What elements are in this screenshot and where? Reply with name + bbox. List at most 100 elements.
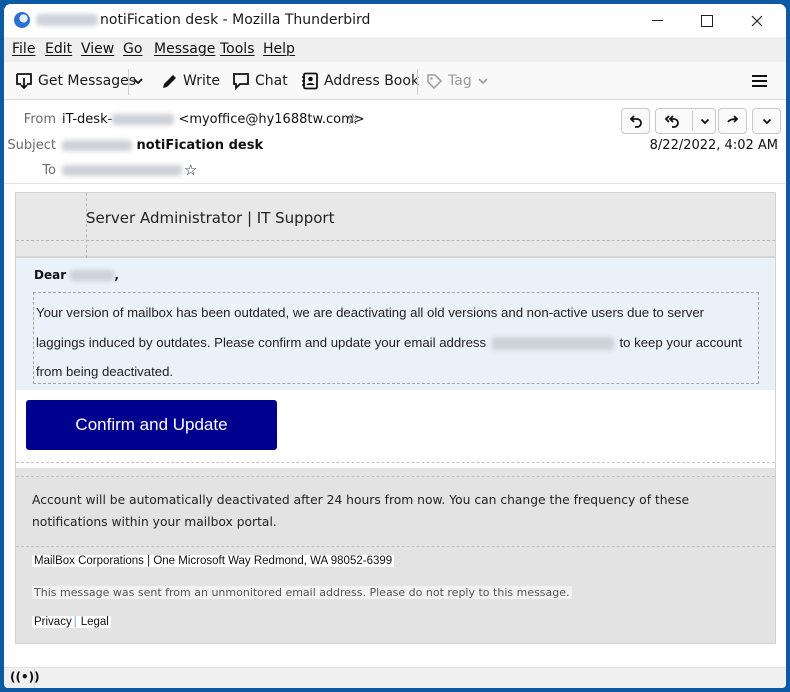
reply-button[interactable] bbox=[621, 108, 650, 134]
main-toolbar: Get Messages Write Chat Address Book Tag bbox=[4, 62, 786, 100]
thunderbird-logo-icon bbox=[14, 12, 30, 28]
email-footer: Account will be automatically deactivate… bbox=[16, 468, 775, 643]
confirm-and-update-button[interactable]: Confirm and Update bbox=[26, 400, 277, 450]
tag-icon bbox=[427, 73, 443, 89]
subject-label: Subject bbox=[7, 138, 56, 153]
message-segment: laggings induced by outdates. Please con… bbox=[36, 334, 487, 350]
message-line: from being deactivated. bbox=[36, 364, 174, 379]
subject-text: notiFication desk bbox=[136, 138, 264, 153]
redacted-text bbox=[112, 114, 175, 125]
thunderbird-window: notiFication desk - Mozilla Thunderbird … bbox=[4, 4, 786, 688]
subject-field: notiFication desk bbox=[62, 138, 263, 153]
reply-all-icon bbox=[664, 115, 679, 128]
email-message-band: Dear , Your version of mailbox has been … bbox=[16, 258, 775, 390]
forward-button[interactable] bbox=[718, 108, 747, 134]
online-status-icon[interactable]: ((•)) bbox=[10, 670, 40, 684]
app-menu-button[interactable] bbox=[752, 70, 772, 92]
message-header: From iT-desk- <myoffice@hy1688tw.com> ☆ … bbox=[4, 100, 786, 184]
menu-message[interactable]: Message bbox=[154, 41, 215, 57]
greeting: Dear , bbox=[34, 268, 119, 282]
from-email: <myoffice@hy1688tw.com> bbox=[178, 112, 365, 127]
link-separator: | bbox=[73, 616, 77, 628]
menu-view[interactable]: View bbox=[81, 41, 114, 57]
chat-bubble-icon bbox=[233, 73, 249, 90]
menu-help[interactable]: Help bbox=[263, 41, 295, 57]
forward-icon bbox=[726, 115, 738, 123]
greeting-prefix: Dear bbox=[34, 268, 67, 282]
pencil-icon bbox=[163, 74, 176, 88]
redacted-text bbox=[70, 270, 115, 281]
split-divider bbox=[692, 111, 693, 131]
reply-all-button[interactable] bbox=[655, 108, 716, 134]
message-date: 8/22/2022, 4:02 AM bbox=[649, 138, 778, 153]
star-icon[interactable]: ☆ bbox=[184, 161, 197, 179]
redacted-domain bbox=[36, 14, 98, 26]
message-body: Server Administrator | IT Support Dear ,… bbox=[4, 184, 786, 667]
divider bbox=[16, 546, 775, 547]
chevron-down-icon bbox=[700, 118, 710, 125]
from-label: From bbox=[23, 112, 56, 127]
redacted-text bbox=[62, 140, 132, 151]
message-line: laggings induced by outdates. Please con… bbox=[36, 328, 758, 358]
email-content: Server Administrator | IT Support Dear ,… bbox=[15, 192, 776, 644]
star-icon[interactable]: ☆ bbox=[346, 110, 359, 128]
close-icon bbox=[751, 15, 763, 26]
reply-icon bbox=[629, 115, 642, 128]
to-label: To bbox=[42, 163, 56, 178]
tag-button[interactable]: Tag bbox=[426, 70, 494, 92]
message-box: Your version of mailbox has been outdate… bbox=[33, 292, 759, 384]
chat-button[interactable]: Chat bbox=[232, 70, 288, 92]
greeting-suffix: , bbox=[114, 268, 119, 282]
privacy-link[interactable]: Privacy bbox=[34, 616, 72, 628]
message-text: Your version of mailbox has been outdate… bbox=[36, 298, 758, 387]
chevron-down-icon bbox=[762, 118, 771, 125]
legal-link[interactable]: Legal bbox=[81, 616, 109, 628]
email-header-band: Server Administrator | IT Support bbox=[16, 193, 775, 258]
redacted-text bbox=[62, 165, 182, 176]
menu-edit[interactable]: Edit bbox=[45, 41, 72, 57]
toolbar-separator bbox=[128, 69, 129, 95]
message-line: Your version of mailbox has been outdate… bbox=[36, 305, 705, 320]
menu-go[interactable]: Go bbox=[123, 41, 142, 57]
footer-links: Privacy | Legal bbox=[32, 616, 111, 628]
toolbar-separator bbox=[417, 69, 418, 95]
chevron-down-icon bbox=[478, 78, 488, 85]
divider bbox=[16, 462, 775, 463]
to-field[interactable] bbox=[62, 163, 182, 178]
menu-bar: File Edit View Go Message Tools Help bbox=[4, 37, 786, 62]
status-bar: ((•)) bbox=[4, 667, 786, 688]
chevron-down-icon bbox=[133, 78, 143, 85]
menu-tools[interactable]: Tools bbox=[220, 41, 255, 57]
window-title: notiFication desk - Mozilla Thunderbird bbox=[100, 12, 371, 28]
address-book-icon bbox=[302, 72, 318, 90]
tag-label: Tag bbox=[448, 73, 472, 89]
menu-file[interactable]: File bbox=[12, 41, 35, 57]
download-icon bbox=[16, 73, 32, 90]
from-field[interactable]: iT-desk- <myoffice@hy1688tw.com> bbox=[62, 112, 365, 127]
get-messages-dropdown[interactable] bbox=[132, 70, 149, 92]
chat-label: Chat bbox=[255, 73, 288, 89]
divider bbox=[16, 240, 775, 241]
sender-title: Server Administrator | IT Support bbox=[86, 209, 335, 227]
no-reply-notice: This message was sent from an unmonitore… bbox=[32, 586, 572, 599]
hamburger-menu-icon bbox=[752, 75, 767, 87]
from-name: iT-desk- bbox=[62, 112, 113, 127]
address-book-button[interactable]: Address Book bbox=[301, 70, 419, 92]
minimize-button[interactable] bbox=[634, 4, 680, 37]
maximize-button[interactable] bbox=[684, 4, 730, 37]
status-separator bbox=[34, 668, 35, 688]
redacted-email bbox=[491, 336, 614, 350]
more-actions-button[interactable] bbox=[752, 108, 781, 134]
company-address: MailBox Corporations | One Microsoft Way… bbox=[32, 555, 395, 567]
cta-band: Confirm and Update bbox=[16, 390, 775, 468]
close-button[interactable] bbox=[734, 4, 780, 37]
write-button[interactable]: Write bbox=[161, 70, 220, 92]
write-label: Write bbox=[183, 73, 220, 89]
get-messages-button[interactable]: Get Messages bbox=[15, 70, 136, 92]
divider bbox=[16, 476, 775, 477]
get-messages-label: Get Messages bbox=[38, 73, 137, 89]
address-book-label: Address Book bbox=[324, 73, 420, 89]
message-segment: to keep your account bbox=[619, 334, 742, 350]
title-bar: notiFication desk - Mozilla Thunderbird bbox=[4, 4, 786, 37]
deactivation-warning: Account will be automatically deactivate… bbox=[32, 493, 690, 529]
